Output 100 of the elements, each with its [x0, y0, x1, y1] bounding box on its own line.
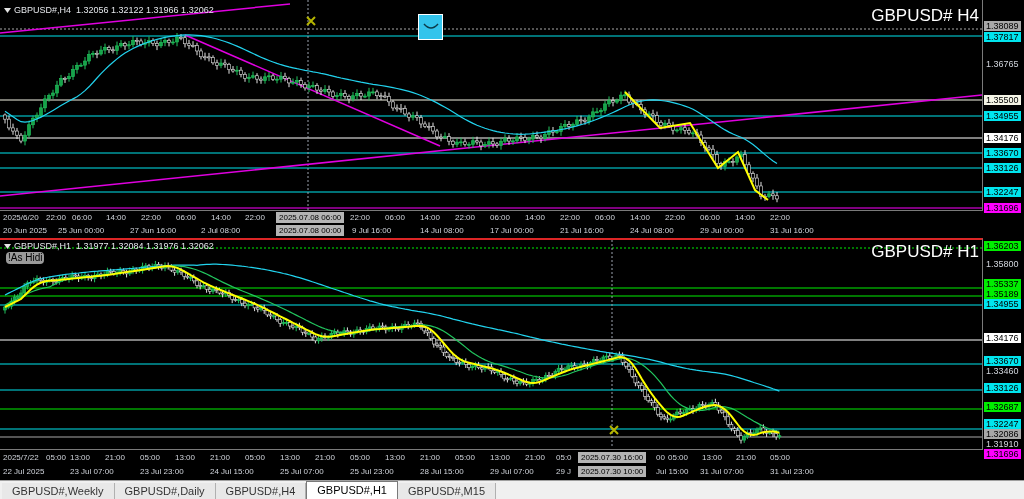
time-label: 22:00 [141, 212, 162, 223]
price-label: 1.38089 [984, 21, 1021, 31]
time-label: 21:00 [736, 452, 757, 463]
price-label: 1.34176 [984, 333, 1021, 343]
time-label: 22:00 [665, 212, 686, 223]
time-label: 28 Jul 15:00 [420, 466, 464, 477]
chart-tab[interactable]: GBPUSD#,H1 [306, 481, 398, 499]
price-label: 1.36765 [986, 59, 1019, 69]
time-label: 2025/7/22 [3, 452, 39, 463]
time-label: 13:00 [70, 452, 91, 463]
time-label: 21:00 [525, 452, 546, 463]
time-label: 06:00 [700, 212, 721, 223]
time-label: 31 Jul 07:00 [700, 466, 744, 477]
time-label: 14:00 [525, 212, 546, 223]
time-label: 05:00 [455, 452, 476, 463]
time-label: 23 Jul 07:00 [70, 466, 114, 477]
chart-tab[interactable]: GBPUSD#,Weekly [2, 483, 115, 499]
time-label: 24 Jul 15:00 [210, 466, 254, 477]
dropdown-arrow-icon[interactable] [4, 8, 11, 13]
time-label: 22:00 [770, 212, 791, 223]
trend-line[interactable] [0, 94, 982, 197]
chart-symbol-title: GBPUSD# H1 [871, 241, 979, 263]
time-label: 25 Jul 07:00 [280, 466, 324, 477]
time-label: 25 Jul 23:00 [350, 466, 394, 477]
time-label: 14:00 [420, 212, 441, 223]
price-label: 1.37817 [984, 32, 1021, 42]
price-label: 1.35500 [984, 95, 1021, 105]
time-label: 21 Jul 16:00 [560, 225, 604, 236]
price-label: 1.33460 [986, 366, 1019, 376]
time-label: 06:00 [385, 212, 406, 223]
chart-tab[interactable]: GBPUSD#,M15 [398, 483, 496, 499]
chart-header: GBPUSD#,H1 1.31977 1.32084 1.31976 1.32062 [14, 241, 214, 252]
time-label: 14:00 [735, 212, 756, 223]
price-label: 1.32247 [984, 187, 1021, 197]
time-label: 13:00 [385, 452, 406, 463]
cross-marker-icon [306, 16, 316, 26]
time-label: 00 [656, 452, 665, 463]
expert-advisor-icon[interactable] [418, 14, 443, 40]
time-label: 21:00 [420, 452, 441, 463]
time-label: 14 Jul 08:00 [420, 225, 464, 236]
time-label: 06:00 [490, 212, 511, 223]
time-label: 05:00 [140, 452, 161, 463]
time-label: 29 Jul 00:00 [700, 225, 744, 236]
time-label: 05:00 [245, 452, 266, 463]
time-label: 13:00 [280, 452, 301, 463]
time-label: Jul 15:00 [656, 466, 689, 477]
crosshair-time-label: 2025.07.08 00:00 [276, 225, 345, 236]
time-label: 06:00 [176, 212, 197, 223]
time-label: 24 Jul 08:00 [630, 225, 674, 236]
time-label: 20 Jun 2025 [3, 225, 48, 236]
time-label: 05:0 [556, 452, 572, 463]
time-label: 21:00 [315, 452, 336, 463]
dropdown-arrow-icon[interactable] [4, 244, 11, 249]
cross-marker-icon [609, 425, 619, 435]
price-label: 1.33670 [984, 356, 1021, 366]
time-label: 13:00 [490, 452, 511, 463]
time-label: 06:00 [72, 212, 93, 223]
trend-line[interactable] [184, 34, 441, 147]
price-label: 1.33126 [984, 163, 1021, 173]
hide-button[interactable]: !As Hidi [6, 252, 45, 264]
chart-tab[interactable]: GBPUSD#,H4 [215, 483, 307, 499]
time-label: 9 Jul 16:00 [352, 225, 392, 236]
time-label: 17 Jul 00:00 [490, 225, 534, 236]
price-label: 1.32086 [984, 429, 1021, 439]
time-label: 25 Jun 00:00 [58, 225, 105, 236]
time-label: 22:00 [560, 212, 581, 223]
trend-line[interactable] [0, 3, 291, 34]
time-label: 2 Jul 08:00 [201, 225, 241, 236]
time-label: 05:00 [46, 452, 67, 463]
time-label: 05:00 [350, 452, 371, 463]
price-label: 1.31696 [984, 203, 1021, 213]
time-label: 21:00 [210, 452, 231, 463]
time-label: 13:00 [175, 452, 196, 463]
crosshair-time-label: 2025.07.30 10:00 [578, 466, 647, 477]
price-label: 1.34955 [984, 111, 1021, 121]
chart-tab[interactable]: GBPUSD#,Daily [114, 483, 216, 499]
time-label: 29 J [556, 466, 572, 477]
time-label: 31 Jul 16:00 [770, 225, 814, 236]
time-label: 22 Jul 2025 [3, 466, 45, 477]
price-label: 1.34176 [984, 133, 1021, 143]
price-label: 1.36203 [984, 241, 1021, 251]
time-label: 22:00 [350, 212, 371, 223]
time-label: 31 Jul 23:00 [770, 466, 814, 477]
price-label: 1.31696 [984, 449, 1021, 459]
time-label: 14:00 [106, 212, 127, 223]
time-label: 13:00 [702, 452, 723, 463]
price-label: 1.34955 [984, 299, 1021, 309]
time-label: 22:00 [46, 212, 67, 223]
crosshair-time-label: 2025.07.30 16:00 [578, 452, 647, 463]
price-label: 1.32247 [984, 419, 1021, 429]
time-label: 22:00 [455, 212, 476, 223]
price-label: 1.32687 [984, 402, 1021, 412]
time-label: 14:00 [630, 212, 651, 223]
price-label: 1.35189 [984, 289, 1021, 299]
time-label: 29 Jul 07:00 [490, 466, 534, 477]
price-label: 1.31910 [986, 439, 1019, 449]
time-label: 27 Jun 16:00 [130, 225, 177, 236]
price-label: 1.33670 [984, 148, 1021, 158]
time-label: 05:00 [770, 452, 791, 463]
price-label: 1.35337 [984, 279, 1021, 289]
